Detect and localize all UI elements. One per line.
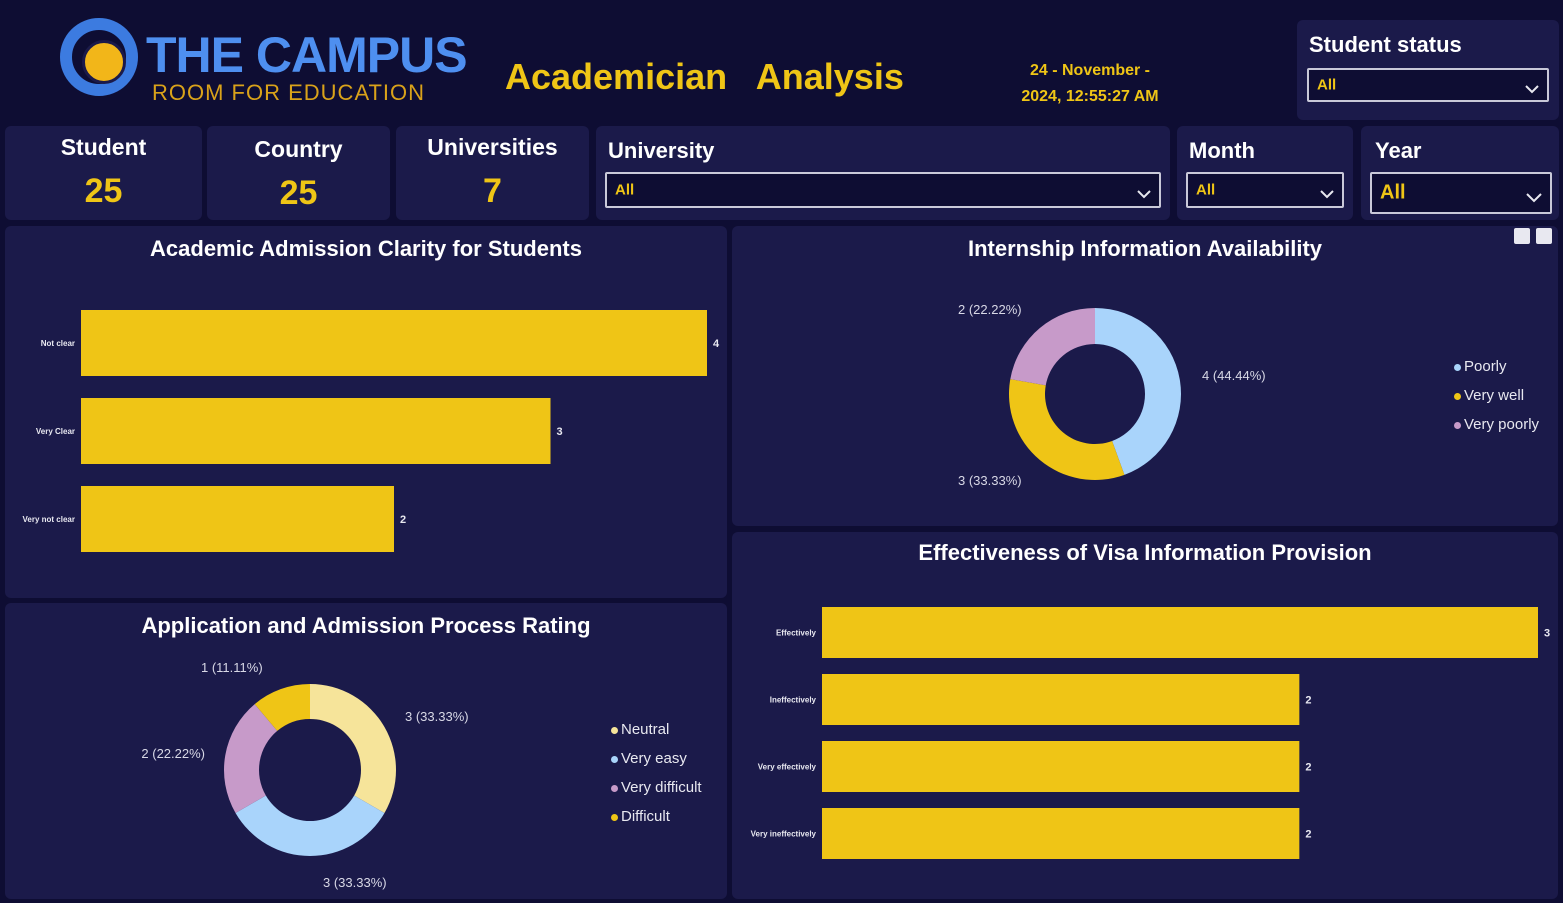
logo-tagline: ROOM FOR EDUCATION bbox=[152, 80, 426, 105]
legend-label: Neutral bbox=[621, 721, 670, 738]
admission-clarity-chart: Not clear 4 Very Clear 3 Very not clear 2 bbox=[23, 310, 720, 552]
data-label: 2 bbox=[1305, 762, 1311, 774]
month-slicer: Month All bbox=[1177, 126, 1353, 220]
kpi-universities-card: Universities 7 bbox=[396, 126, 589, 220]
bar[interactable] bbox=[81, 310, 707, 376]
university-label: University bbox=[608, 138, 715, 163]
admission-clarity-card: Academic Admission Clarity for Students … bbox=[5, 226, 727, 598]
legend-dot bbox=[1454, 392, 1461, 400]
application-legend: Neutral Very easy Very difficult Difficu… bbox=[611, 715, 702, 831]
legend-dot bbox=[611, 726, 618, 734]
category-label: Very ineffectively bbox=[751, 830, 817, 839]
year-slicer: Year All bbox=[1361, 126, 1559, 220]
bar[interactable] bbox=[822, 607, 1538, 658]
bar[interactable] bbox=[822, 674, 1300, 725]
year-dropdown[interactable]: All bbox=[1370, 172, 1552, 214]
legend-label: Very well bbox=[1464, 387, 1525, 404]
slice-data-label: 3 (33.33%) bbox=[405, 709, 469, 724]
legend-dot bbox=[611, 784, 618, 792]
university-slicer: University All bbox=[596, 126, 1170, 220]
bar[interactable] bbox=[822, 741, 1300, 792]
slice-data-label: 3 (33.33%) bbox=[958, 473, 1022, 488]
datetime-line-1: 24 - November - bbox=[1029, 62, 1151, 79]
category-label: Very Clear bbox=[36, 427, 75, 436]
kpi-student-card: Student 25 bbox=[5, 126, 202, 220]
legend-dot bbox=[1454, 421, 1461, 429]
logo-title: THE CAMPUS bbox=[146, 27, 468, 83]
donut-slice[interactable] bbox=[235, 795, 385, 857]
kpi-country-label: Country bbox=[254, 136, 343, 162]
data-label: 3 bbox=[557, 426, 563, 438]
year-label: Year bbox=[1375, 138, 1422, 163]
legend-dot bbox=[1454, 363, 1461, 371]
data-label: 3 bbox=[1544, 628, 1550, 640]
logo-globe-icon bbox=[82, 40, 126, 84]
legend-item[interactable]: Very difficult bbox=[611, 773, 702, 802]
slice-data-label: 2 (22.22%) bbox=[958, 302, 1022, 317]
legend-label: Very easy bbox=[621, 750, 687, 767]
donut-slice[interactable] bbox=[1009, 379, 1125, 480]
legend-dot bbox=[611, 755, 618, 763]
slice-data-label: 2 (22.22%) bbox=[141, 746, 205, 761]
data-label: 2 bbox=[1305, 829, 1311, 841]
application-rating-card: Application and Admission Process Rating… bbox=[5, 603, 727, 899]
legend-item[interactable]: Very poorly bbox=[1454, 410, 1539, 439]
legend-item[interactable]: Difficult bbox=[611, 802, 702, 831]
refresh-datetime: 24 - November - 2024, 12:55:27 AM bbox=[1000, 58, 1180, 110]
category-label: Not clear bbox=[41, 339, 75, 348]
visa-info-chart: Effectively 3 Ineffectively 2 Very effective… bbox=[751, 607, 1550, 859]
legend-item[interactable]: Very well bbox=[1454, 381, 1539, 410]
category-label: Effectively bbox=[776, 629, 817, 638]
data-label: 4 bbox=[713, 338, 720, 350]
university-value: All bbox=[615, 181, 635, 199]
kpi-student-label: Student bbox=[60, 134, 147, 160]
kpi-country-value: 25 bbox=[279, 174, 318, 212]
slice-data-label: 1 (11.11%) bbox=[201, 660, 263, 675]
donut-slice[interactable] bbox=[310, 684, 396, 813]
internship-chart: 4 (44.44%) 3 (33.33%) 2 (22.22%) bbox=[958, 302, 1266, 488]
legend-label: Poorly bbox=[1464, 358, 1507, 375]
category-label: Ineffectively bbox=[770, 696, 817, 705]
student-status-value: All bbox=[1317, 76, 1337, 94]
category-label: Very effectively bbox=[758, 763, 817, 772]
legend-item[interactable]: Neutral bbox=[611, 715, 702, 744]
data-label: 2 bbox=[400, 514, 406, 526]
page-title: Academician Analysis bbox=[505, 56, 904, 97]
month-value: All bbox=[1196, 181, 1216, 199]
student-status-slicer: Student status All bbox=[1297, 20, 1559, 120]
legend-item[interactable]: Very easy bbox=[611, 744, 702, 773]
student-status-label: Student status bbox=[1309, 32, 1462, 57]
legend-item[interactable]: Poorly bbox=[1454, 352, 1539, 381]
donut-slice[interactable] bbox=[1010, 308, 1095, 386]
legend-label: Difficult bbox=[621, 808, 670, 825]
kpi-country-card: Country 25 bbox=[207, 126, 390, 220]
datetime-line-2: 2024, 12:55:27 AM bbox=[1021, 88, 1159, 105]
university-dropdown[interactable]: All bbox=[605, 172, 1161, 208]
legend-label: Very difficult bbox=[621, 779, 702, 796]
bar[interactable] bbox=[81, 486, 394, 552]
kpi-universities-value: 7 bbox=[483, 172, 502, 210]
legend-dot bbox=[611, 813, 618, 821]
category-label: Very not clear bbox=[23, 515, 75, 524]
month-label: Month bbox=[1189, 138, 1255, 163]
student-status-dropdown[interactable]: All bbox=[1307, 68, 1549, 102]
kpi-universities-label: Universities bbox=[427, 134, 558, 160]
visa-info-card: Effectiveness of Visa Information Provis… bbox=[732, 532, 1558, 899]
year-value: All bbox=[1380, 181, 1406, 204]
legend-label: Very poorly bbox=[1464, 416, 1540, 433]
kpi-student-value: 25 bbox=[84, 172, 123, 210]
bar[interactable] bbox=[822, 808, 1300, 859]
campus-logo: THE CAMPUS ROOM FOR EDUCATION bbox=[60, 12, 468, 112]
internship-card: Internship Information Availability 4 (4… bbox=[732, 226, 1558, 526]
internship-legend: Poorly Very well Very poorly bbox=[1454, 352, 1539, 439]
bar[interactable] bbox=[81, 398, 551, 464]
data-label: 2 bbox=[1305, 695, 1311, 707]
slice-data-label: 4 (44.44%) bbox=[1202, 368, 1266, 383]
slice-data-label: 3 (33.33%) bbox=[323, 875, 387, 890]
month-dropdown[interactable]: All bbox=[1186, 172, 1344, 208]
